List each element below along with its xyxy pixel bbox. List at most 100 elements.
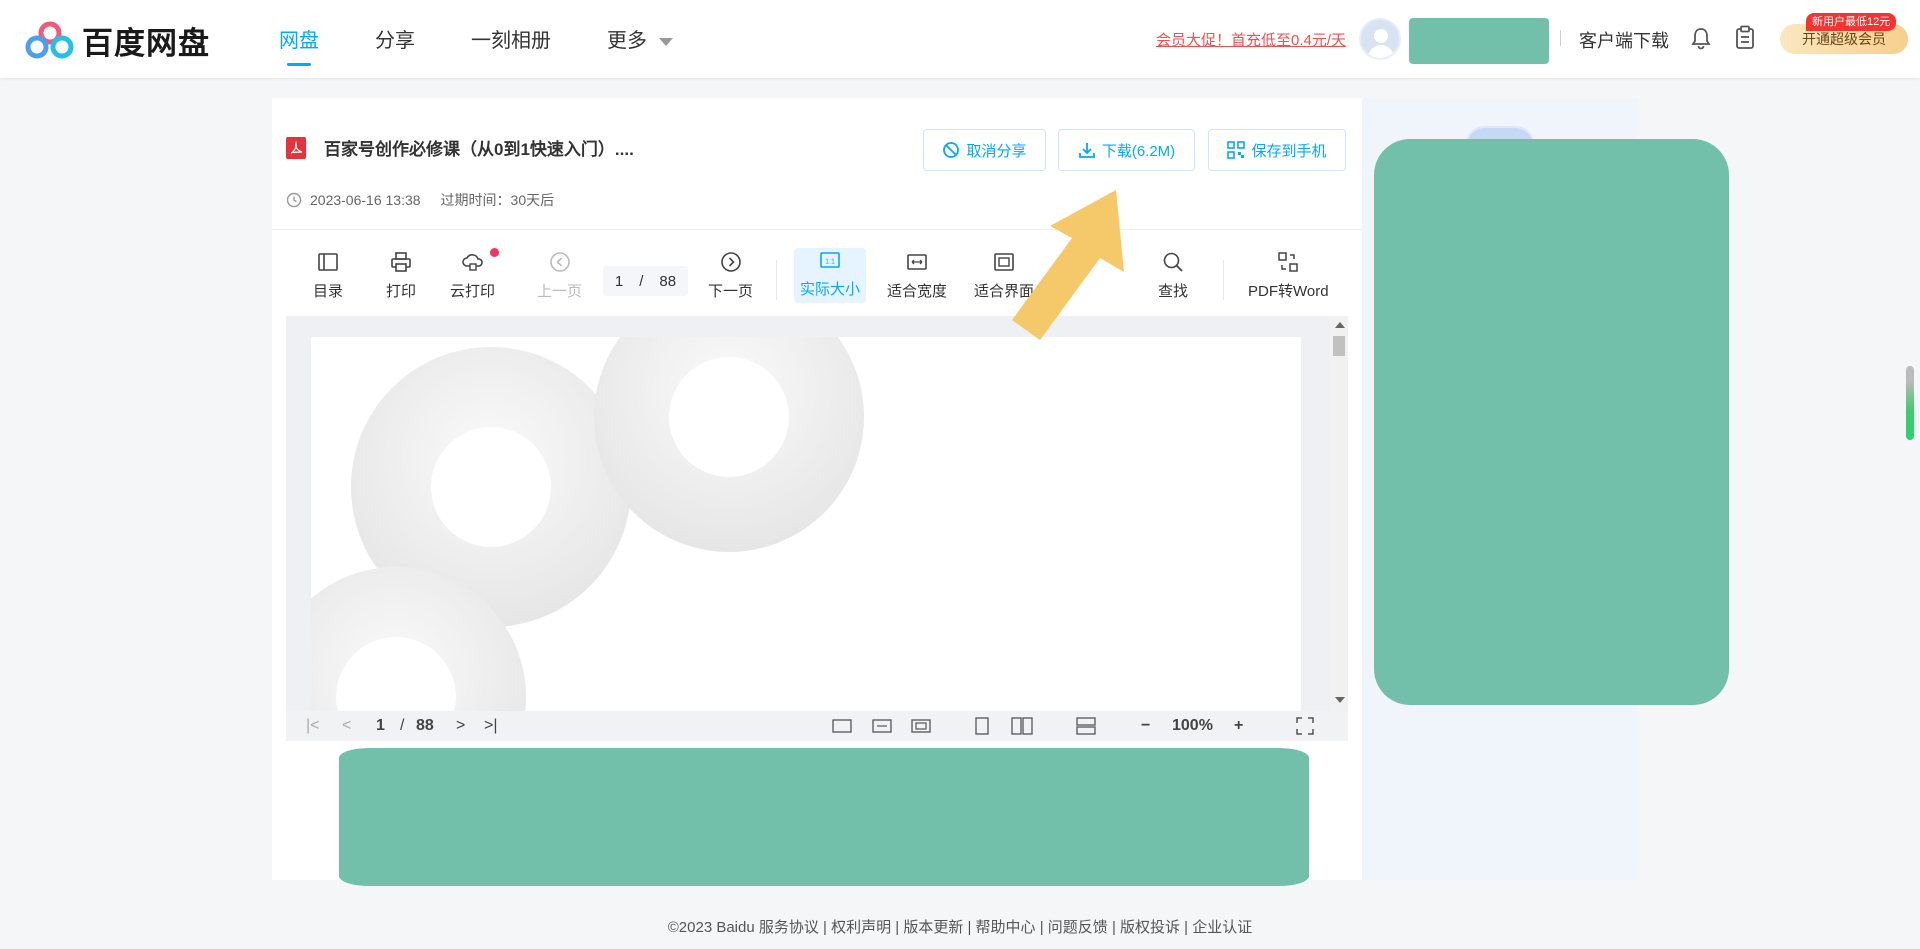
printer-icon [391,252,411,272]
actual-size-label: 实际大小 [800,281,861,298]
header-separator [272,229,1362,230]
fit-page-small-icon[interactable] [911,718,931,734]
total-pages: 88 [659,272,677,290]
single-page-icon[interactable] [974,717,990,735]
logo-text: 百度网盘 [82,26,210,61]
header-divider [1560,30,1561,46]
actual-size-icon-text: 1:1 [825,259,835,266]
prev-page-button[interactable]: 上一页 [537,250,582,301]
page-scroll-indicator[interactable] [1906,366,1914,440]
baidu-netdisk-logo[interactable]: 百度网盘 [24,18,210,63]
page-separator: / [639,272,644,290]
clipboard-icon[interactable] [1735,25,1755,50]
viewer-bottom-bar: |< < 1 / 88 > >| − 100% + [286,711,1348,741]
zoom-level: 100% [1172,717,1213,734]
zoom-out-icon[interactable]: − [1141,717,1150,735]
scrollbar-thumb[interactable] [1333,336,1345,356]
nav-share[interactable]: 分享 [375,24,415,64]
nav-more-label: 更多 [607,30,647,52]
next-page-icon[interactable]: > [456,717,465,735]
search-icon [1163,252,1183,272]
footer-links: ©2023 Baidu 服务协议 | 权利声明 | 版本更新 | 帮助中心 | … [667,919,1253,936]
sharer-info-redacted [1374,139,1729,705]
nav-netdisk[interactable]: 网盘 [279,24,319,66]
prev-page-label: 上一页 [537,283,583,300]
bell-icon[interactable] [1690,26,1712,50]
ad-banner-redacted [339,748,1309,886]
toc-label: 目录 [313,283,344,300]
vip-promo-link[interactable]: 会员大促！首充低至0.4元/天 [1156,29,1346,50]
scroll-down-arrow-icon[interactable] [1335,697,1345,703]
expire-time: 过期时间：30天后 [440,192,555,208]
fit-width-small-icon[interactable] [872,718,892,734]
save-to-phone-label: 保存到手机 [1251,142,1327,160]
cloud-print-icon [461,254,483,271]
actual-size-button[interactable]: 1:1 实际大小 [794,248,867,303]
nav-album-label: 一刻相册 [471,30,551,52]
fit-width-button[interactable]: 适合宽度 [887,250,947,301]
cancel-share-button[interactable]: 取消分享 [923,129,1046,171]
zoom-in-icon[interactable]: + [1234,717,1243,735]
actual-size-icon: 1:1 [820,252,840,268]
download-label: 下载(6.2M) [1101,142,1176,160]
print-button[interactable]: 打印 [386,250,416,301]
fit-width-label: 适合宽度 [887,283,948,300]
pdf-to-word-button[interactable]: PDF转Word [1248,250,1329,301]
download-icon [1078,143,1095,158]
clock-icon [286,192,302,208]
page-number-input[interactable]: 1 / 88 [603,266,688,296]
convert-icon [1278,252,1299,272]
client-download-link[interactable]: 客户端下载 [1579,27,1669,53]
toc-button[interactable]: 目录 [313,250,343,301]
cloud-logo-icon [25,21,74,58]
notification-dot [490,248,500,257]
next-page-label: 下一页 [708,283,754,300]
cancel-share-label: 取消分享 [966,142,1027,160]
arrow-pointer-icon [1012,190,1124,340]
actual-size-small-icon[interactable] [832,718,852,734]
toolbar-divider [1223,260,1224,300]
next-page-button[interactable]: 下一页 [708,250,753,301]
file-meta: 2023-06-16 13:38 过期时间：30天后 [286,190,554,210]
username-redacted[interactable] [1409,18,1549,64]
nav-share-label: 分享 [375,30,415,52]
save-to-phone-button[interactable]: 保存到手机 [1208,129,1346,171]
vertical-scrollbar[interactable] [1330,316,1348,711]
bottom-page-separator: / [400,717,405,734]
toolbar-divider [776,260,777,300]
fullscreen-icon[interactable] [1296,717,1314,735]
toc-icon [318,253,338,271]
scroll-up-arrow-icon[interactable] [1335,322,1345,328]
find-button[interactable]: 查找 [1158,250,1188,301]
download-button[interactable]: 下载(6.2M) [1058,129,1195,171]
chevron-down-icon [659,37,673,46]
nav-more[interactable]: 更多 [607,24,673,64]
chevron-left-circle-icon [549,252,570,272]
cloud-print-label: 云打印 [450,283,496,300]
vip-price-badge: 新用户最低12元 [1806,13,1897,31]
pdf-file-icon [286,136,306,159]
fit-width-icon [907,254,927,270]
cloud-print-button[interactable]: 云打印 [450,248,500,301]
pdf-page [311,337,1301,711]
file-title: 百家号创作必修课（从0到1快速入门）.... [324,140,634,159]
two-page-icon[interactable] [1011,717,1033,735]
prohibit-icon [943,142,960,158]
chevron-right-circle-icon [720,252,741,272]
share-date: 2023-06-16 13:38 [310,192,421,208]
pdf-to-word-label: PDF转Word [1248,283,1329,300]
print-label: 打印 [386,283,417,300]
bottom-current-page[interactable]: 1 [376,717,385,735]
current-page: 1 [614,272,624,290]
avatar[interactable] [1359,18,1401,60]
first-page-icon[interactable]: |< [306,717,320,735]
file-header: 百家号创作必修课（从0到1快速入门）.... [286,135,634,160]
prev-page-icon[interactable]: < [342,717,351,735]
page-decoration-graphic [311,337,864,711]
qrcode-icon [1227,141,1246,159]
nav-album[interactable]: 一刻相册 [471,24,551,64]
main-nav: 网盘 分享 一刻相册 更多 [279,24,729,66]
bottom-total-pages: 88 [416,717,434,734]
continuous-scroll-icon[interactable] [1076,717,1096,735]
last-page-icon[interactable]: >| [484,717,498,735]
